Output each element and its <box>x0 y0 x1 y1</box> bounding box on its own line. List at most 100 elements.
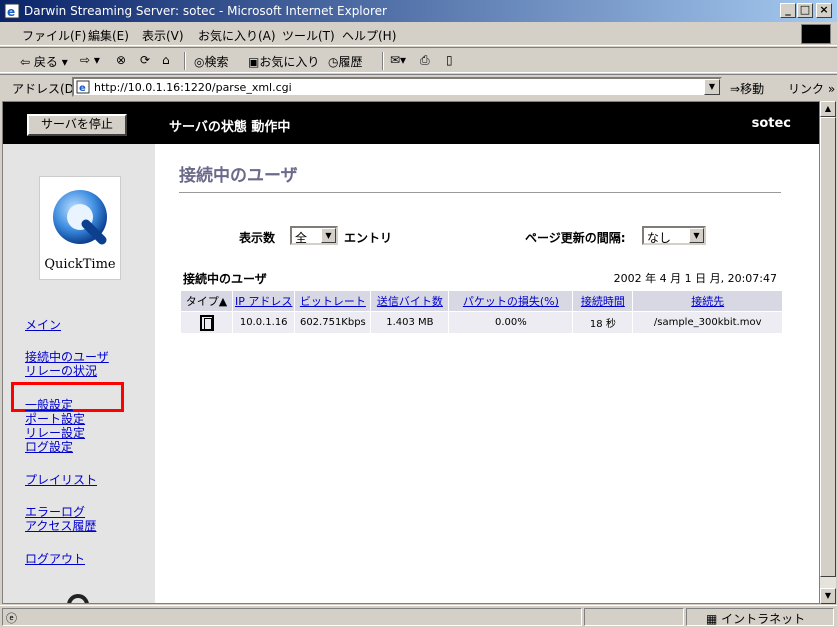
time-cell: 18 秒 <box>572 311 634 334</box>
col-connect-time-link[interactable]: 接続時間 <box>581 295 625 308</box>
col-bitrate-link[interactable]: ビットレート <box>300 295 366 308</box>
main-content: 接続中のユーザ 表示数 全 ▼ エントリ ページ更新の間隔: なし ▼ 接続中の… <box>155 144 819 603</box>
window-titlebar: e Darwin Streaming Server: sotec - Micro… <box>0 0 837 22</box>
col-bytes-sent-link[interactable]: 送信バイト数 <box>377 295 443 308</box>
menu-help[interactable]: ヘルプ(H) <box>342 27 396 44</box>
scroll-down-icon[interactable]: ▼ <box>820 588 836 604</box>
refresh-icon[interactable]: ⟳ <box>140 53 150 67</box>
server-status: サーバの状態 動作中 <box>169 120 291 135</box>
page-icon: e <box>76 80 90 94</box>
forward-button[interactable]: ⇨ ▾ <box>80 53 100 67</box>
table-caption: 接続中のユーザ <box>183 272 267 286</box>
col-destination[interactable]: 接続先 <box>632 290 783 312</box>
home-icon[interactable]: ⌂ <box>162 53 170 67</box>
status-cell <box>584 608 684 626</box>
browser-viewport: サーバを停止 サーバの状態 動作中 sotec QuickTime メイン 接続… <box>2 101 820 604</box>
col-destination-link[interactable]: 接続先 <box>691 295 724 308</box>
address-dropdown-icon[interactable]: ▼ <box>704 79 720 95</box>
back-button[interactable]: ⇦ 戻る ▾ <box>20 53 68 70</box>
history-icon: ◷ <box>328 55 339 69</box>
go-arrow-icon: ⇒ <box>730 82 741 96</box>
stop-icon[interactable]: ⊗ <box>116 53 126 67</box>
back-arrow-icon: ⇦ <box>20 55 31 69</box>
nav-access-history[interactable]: アクセス履歴 <box>25 517 96 534</box>
address-url: http://10.0.1.16:1220/parse_xml.cgi <box>94 81 292 94</box>
host-name: sotec <box>751 116 791 131</box>
menu-tools[interactable]: ツール(T) <box>282 27 335 44</box>
scroll-up-icon[interactable]: ▲ <box>820 101 836 117</box>
col-bitrate[interactable]: ビットレート <box>294 290 372 312</box>
status-bar: ⓔ ▦ イントラネット <box>0 605 837 627</box>
display-count-label: 表示数 <box>239 231 276 245</box>
display-count-value: 全 <box>295 231 308 245</box>
history-label: 履歴 <box>338 55 363 69</box>
links-button[interactable]: リンク » <box>788 80 835 97</box>
nav-main[interactable]: メイン <box>25 316 61 333</box>
window-title: Darwin Streaming Server: sotec - Microso… <box>24 4 387 18</box>
favorites-button[interactable]: ▣お気に入り <box>248 53 319 70</box>
nav-relay-status[interactable]: リレーの状況 <box>25 362 97 379</box>
col-packet-loss-link[interactable]: パケットの損失(%) <box>463 295 559 308</box>
col-ip[interactable]: IP アドレス <box>231 290 296 312</box>
table-row: 10.0.1.16 602.751Kbps 1.403 MB 0.00% 18 … <box>180 311 783 334</box>
bytes-cell: 1.403 MB <box>370 311 450 334</box>
search-button[interactable]: ◎検索 <box>194 53 229 70</box>
server-header: サーバを停止 サーバの状態 動作中 sotec <box>3 102 819 144</box>
chevron-down-icon[interactable]: ▼ <box>689 228 704 243</box>
apple-logo-icon <box>67 594 89 603</box>
vertical-scrollbar[interactable]: ▲ ▼ <box>820 101 836 604</box>
toolbar-separator <box>382 52 384 70</box>
menu-edit[interactable]: 編集(E) <box>88 27 129 44</box>
bitrate-cell: 602.751Kbps <box>294 311 372 334</box>
page-title: 接続中のユーザ <box>179 166 298 186</box>
search-icon: ◎ <box>194 55 205 69</box>
zone-label: ▦ イントラネット <box>706 610 805 627</box>
address-label: アドレス(D) <box>12 82 79 96</box>
nav-logout[interactable]: ログアウト <box>25 550 85 567</box>
mail-icon[interactable]: ✉▾ <box>390 53 406 67</box>
page-done-icon: ⓔ <box>6 612 17 625</box>
nav-log-settings[interactable]: ログ設定 <box>25 438 73 455</box>
menu-bar: ファイル(F) 編集(E) 表示(V) お気に入り(A) ツール(T) ヘルプ(… <box>0 22 837 46</box>
col-packet-loss[interactable]: パケットの損失(%) <box>448 290 574 312</box>
menu-favorites[interactable]: お気に入り(A) <box>198 27 276 44</box>
refresh-interval-label: ページ更新の間隔: <box>525 231 626 245</box>
svg-text:e: e <box>79 83 86 94</box>
search-label: 検索 <box>204 55 229 69</box>
close-button[interactable]: × <box>816 3 832 18</box>
go-label: 移動 <box>740 82 765 96</box>
favorites-icon: ▣ <box>248 55 260 69</box>
ie-icon: e <box>4 3 20 19</box>
go-button[interactable]: ⇒移動 <box>730 80 764 97</box>
toolbar-separator <box>184 52 186 70</box>
chevron-down-icon[interactable]: ▼ <box>321 228 336 243</box>
col-bytes-sent[interactable]: 送信バイト数 <box>370 290 450 312</box>
refresh-interval-select[interactable]: なし ▼ <box>642 226 706 245</box>
menu-file[interactable]: ファイル(F) <box>22 27 86 44</box>
quicktime-logo: QuickTime <box>39 176 121 280</box>
status-text-cell: ⓔ <box>2 608 582 626</box>
timestamp: 2002 年 4 月 1 日 月, 20:07:47 <box>613 272 777 285</box>
col-ip-link[interactable]: IP アドレス <box>235 295 292 308</box>
quicktime-q-icon <box>53 190 107 245</box>
address-input[interactable]: e http://10.0.1.16:1220/parse_xml.cgi ▼ <box>72 77 722 97</box>
menu-view[interactable]: 表示(V) <box>142 27 184 44</box>
nav-playlist[interactable]: プレイリスト <box>25 471 97 488</box>
quicktime-wordmark: QuickTime <box>44 257 116 272</box>
scroll-thumb[interactable] <box>820 117 836 577</box>
toolbar: ⇦ 戻る ▾ ⇨ ▾ ⊗ ⟳ ⌂ ◎検索 ▣お気に入り ◷履歴 ✉▾ ⎙ ▯ <box>0 47 837 73</box>
print-icon[interactable]: ⎙ <box>420 53 430 68</box>
entry-label: エントリ <box>344 231 393 245</box>
col-connect-time[interactable]: 接続時間 <box>572 290 634 312</box>
display-count-select[interactable]: 全 ▼ <box>290 226 338 245</box>
intranet-icon: ▦ <box>706 612 718 626</box>
table-header-row: タイプ▲ IP アドレス ビットレート 送信バイト数 パケットの損失(%) 接続… <box>180 290 783 312</box>
favorites-label: お気に入り <box>259 55 320 69</box>
history-button[interactable]: ◷履歴 <box>328 53 363 70</box>
stop-server-button[interactable]: サーバを停止 <box>27 114 127 136</box>
svg-text:e: e <box>7 5 15 19</box>
edit-icon[interactable]: ▯ <box>446 53 453 67</box>
minimize-button[interactable]: _ <box>780 3 796 18</box>
col-type[interactable]: タイプ▲ <box>180 290 233 312</box>
maximize-button[interactable]: □ <box>797 3 813 18</box>
